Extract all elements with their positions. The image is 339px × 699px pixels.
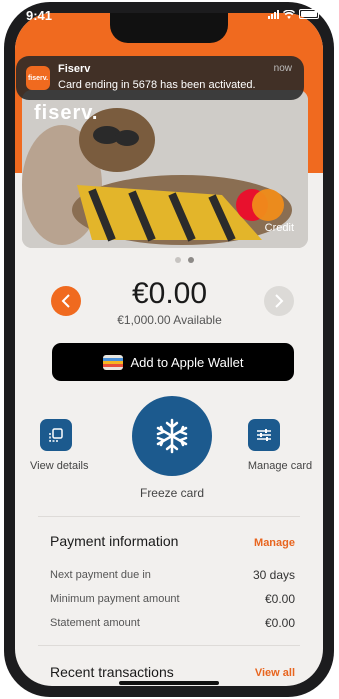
add-to-apple-wallet-button[interactable]: Add to Apple Wallet xyxy=(52,343,294,381)
notification-banner[interactable]: fiserv. Fiserv now Card ending in 5678 h… xyxy=(16,56,304,100)
battery-icon xyxy=(299,9,319,19)
status-time: 9:41 xyxy=(26,8,53,23)
notification-time: now xyxy=(273,63,292,74)
wallet-label: Add to Apple Wallet xyxy=(130,354,244,370)
card-pager xyxy=(175,257,194,263)
statement-amount-value: €0.00 xyxy=(264,616,295,630)
minimum-payment-value: €0.00 xyxy=(264,592,295,606)
next-payment-value: 30 days xyxy=(252,568,295,582)
card-image[interactable]: fiserv. Credit xyxy=(22,90,308,248)
signal-icon xyxy=(268,9,279,19)
wallet-icon xyxy=(102,354,123,370)
freeze-card-button[interactable] xyxy=(132,396,212,476)
freeze-card-label: Freeze card xyxy=(139,486,205,500)
payment-manage-link[interactable]: Manage xyxy=(254,537,295,549)
sliders-icon xyxy=(257,429,271,441)
view-details-label: View details xyxy=(30,460,89,472)
wifi-icon xyxy=(283,9,295,19)
notification-message: Card ending in 5678 has been activated. xyxy=(58,79,256,91)
notification-app: Fiserv xyxy=(58,63,91,75)
notch xyxy=(110,13,228,43)
manage-card-label: Manage card xyxy=(247,460,313,472)
recent-transactions-title: Recent transactions xyxy=(50,664,174,680)
snowflake-icon xyxy=(156,418,188,454)
pager-dot[interactable] xyxy=(175,257,181,263)
next-payment-label: Next payment due in xyxy=(50,569,151,581)
card-brand: fiserv. xyxy=(34,102,99,124)
home-indicator[interactable] xyxy=(119,681,219,685)
view-details-button[interactable] xyxy=(40,419,72,451)
section-divider xyxy=(38,516,300,517)
balance-amount: €0.00 xyxy=(131,277,208,310)
pager-dot-active[interactable] xyxy=(188,257,194,263)
view-all-link[interactable]: View all xyxy=(255,667,295,679)
available-credit: €1,000.00 Available xyxy=(117,313,222,327)
fiserv-logo-icon: fiserv. xyxy=(26,66,50,90)
manage-card-button[interactable] xyxy=(248,419,280,451)
status-icons xyxy=(268,9,319,19)
card-details-icon xyxy=(49,428,63,442)
minimum-payment-label: Minimum payment amount xyxy=(50,593,180,605)
card-type: Credit xyxy=(264,222,294,234)
statement-amount-label: Statement amount xyxy=(50,617,140,629)
section-divider xyxy=(38,645,300,646)
mastercard-logo xyxy=(236,189,284,221)
payment-information-title: Payment information xyxy=(50,533,179,549)
